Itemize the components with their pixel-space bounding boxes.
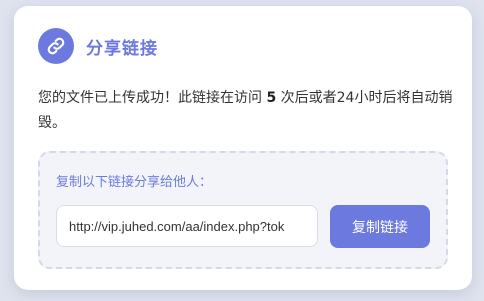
share-link-box: 复制以下链接分享给他人： 复制链接 [38,151,448,269]
page-title: 分享链接 [86,38,158,59]
visit-count: 5 [266,90,277,106]
upload-success-message: 您的文件已上传成功！此链接在访问 5 次后或者24小时后将自动销毁。 [38,86,458,136]
link-icon [38,28,74,64]
message-text-before: 您的文件已上传成功！此链接在访问 [38,90,267,106]
share-link-input[interactable] [56,205,318,247]
share-instruction-label: 复制以下链接分享给他人： [56,175,213,190]
copy-link-button[interactable]: 复制链接 [330,205,430,248]
share-link-card: 分享链接 您的文件已上传成功！此链接在访问 5 次后或者24小时后将自动销毁。 … [14,6,472,290]
card-header: 分享链接 [38,28,158,64]
